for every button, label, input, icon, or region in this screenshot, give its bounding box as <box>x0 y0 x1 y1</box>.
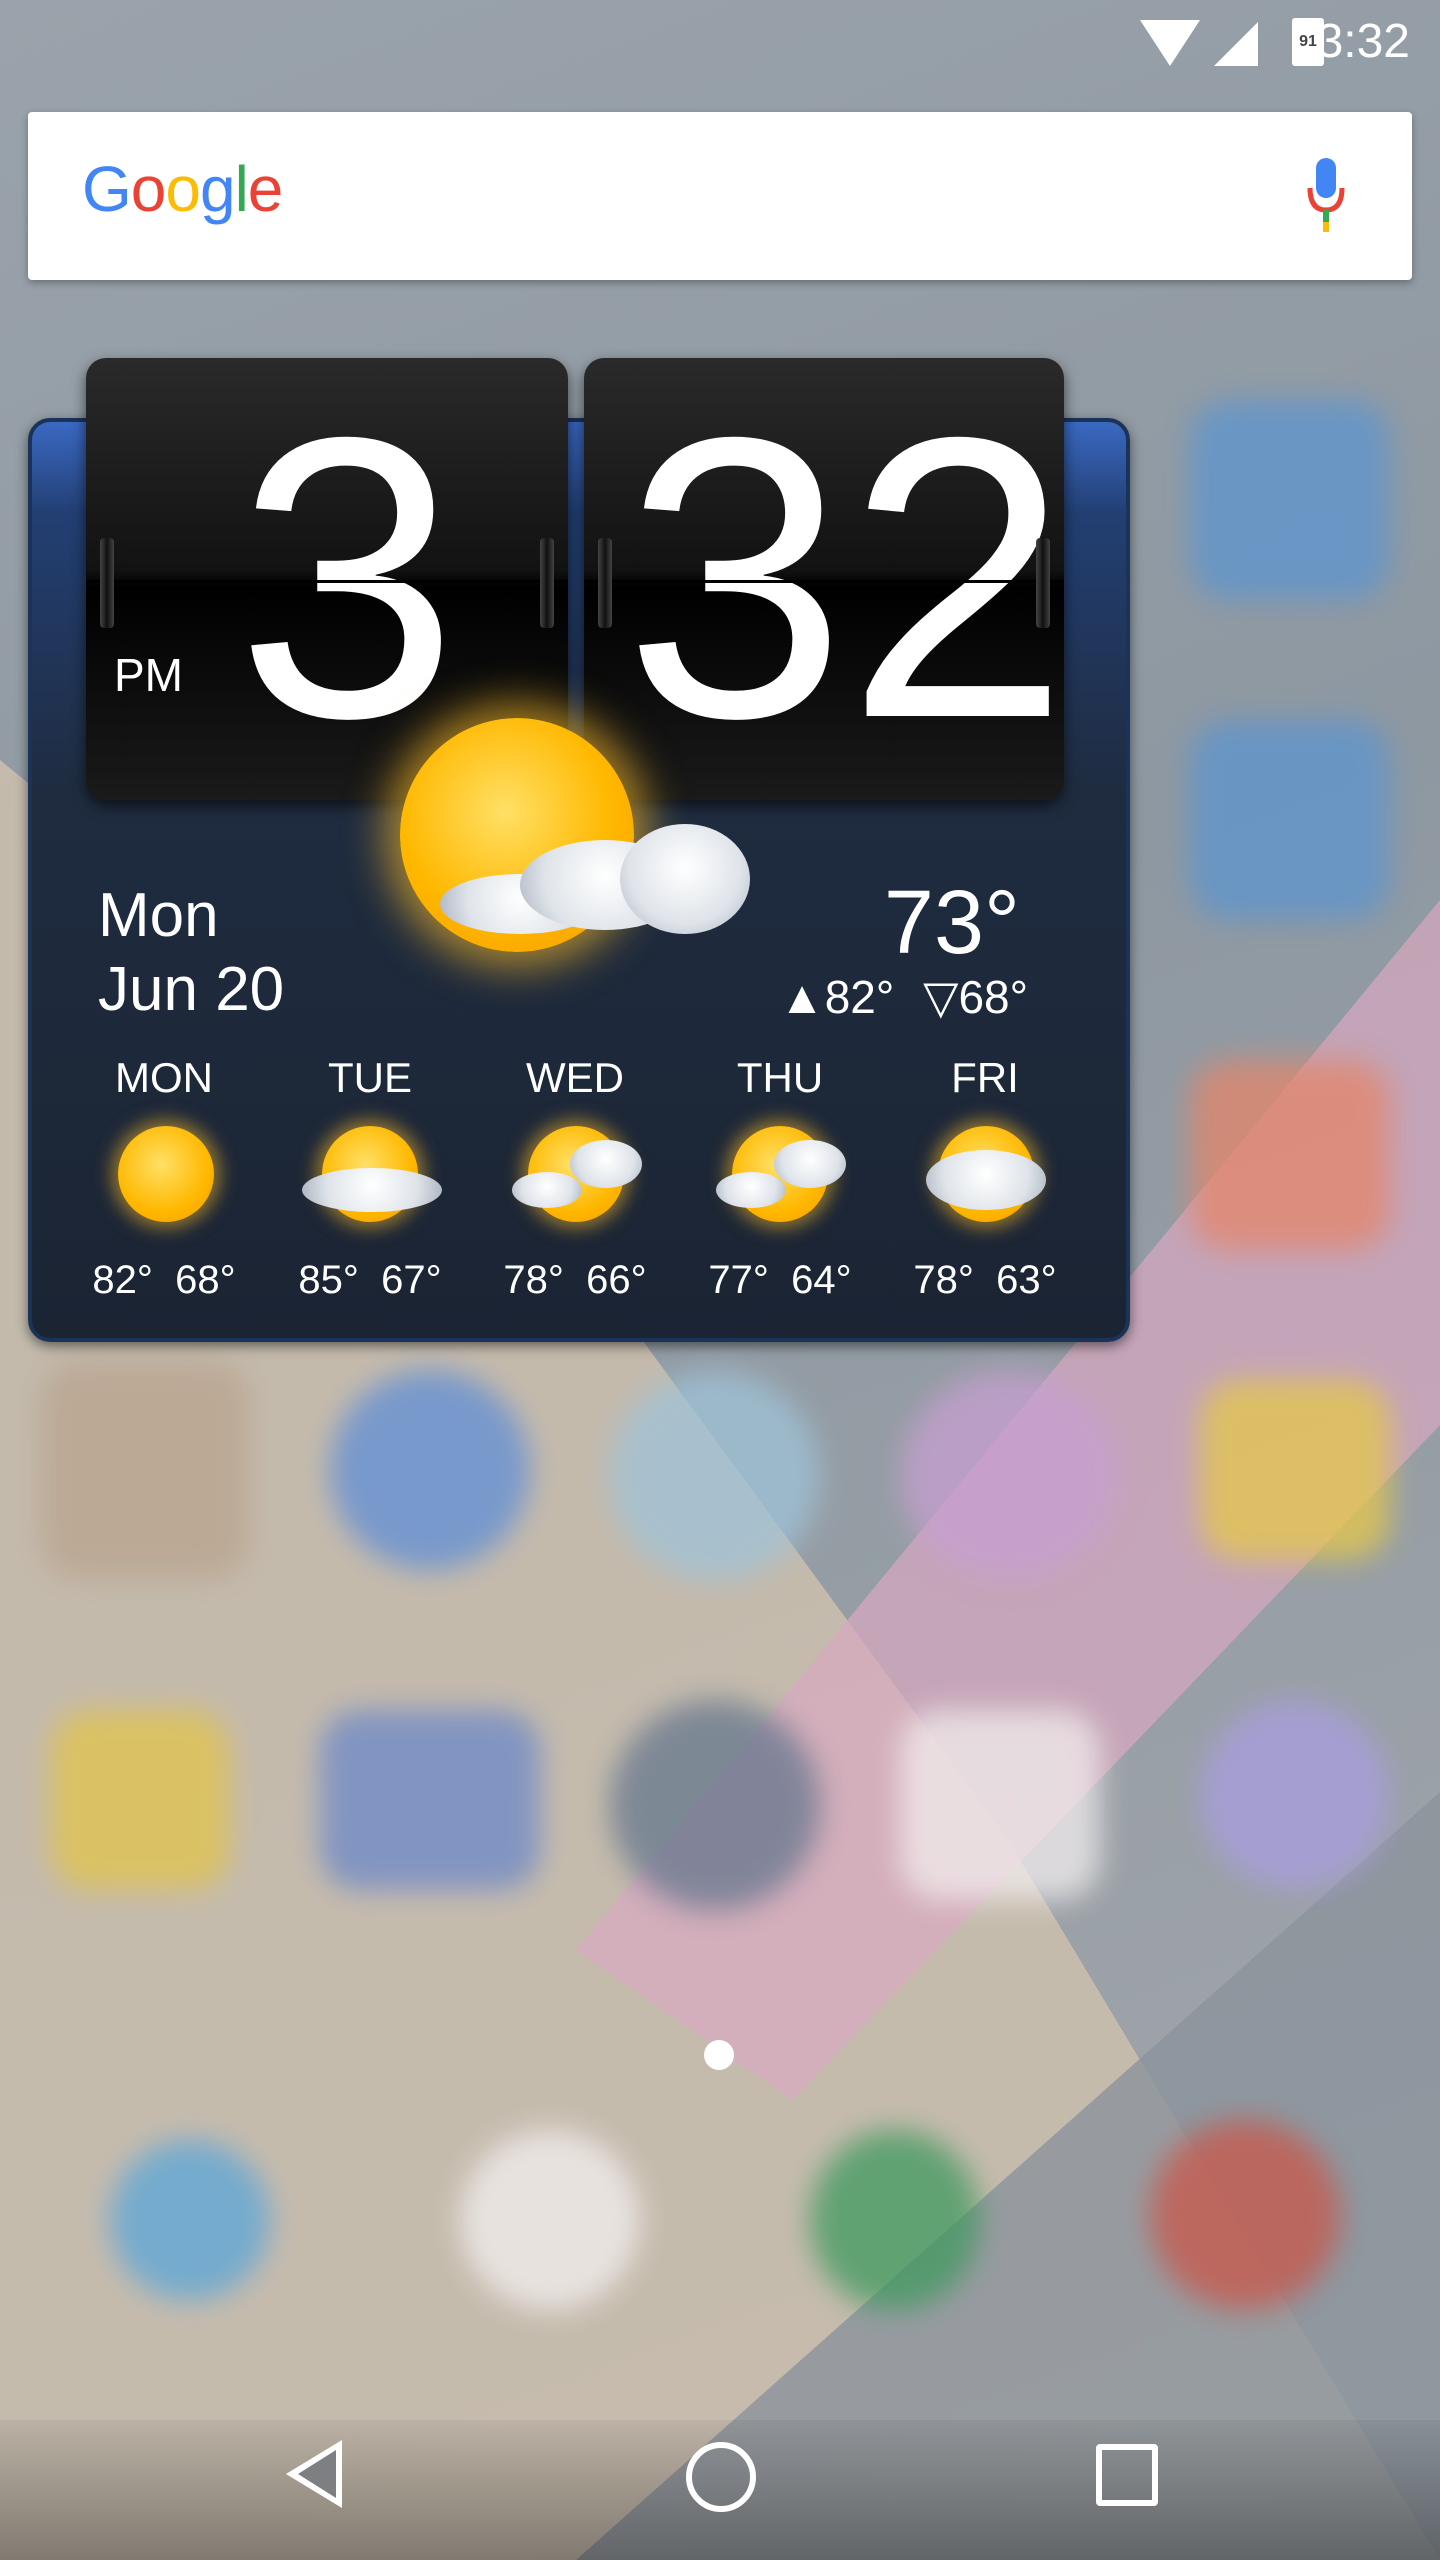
widget-date: Jun 20 <box>98 955 285 1024</box>
forecast-day: THU <box>736 1054 824 1101</box>
mic-icon[interactable] <box>1306 158 1346 238</box>
forecast-high: 77° <box>708 1258 769 1302</box>
logo-letter: e <box>247 153 284 225</box>
logo-letter: o <box>165 153 201 225</box>
logo-letter: l <box>234 153 249 225</box>
forecast-day: WED <box>526 1054 624 1101</box>
blurred-hangouts-icon[interactable] <box>810 2130 980 2310</box>
recents-icon[interactable] <box>1096 2444 1158 2506</box>
current-temperature: 73° <box>883 873 1020 973</box>
google-search-bar[interactable]: Google <box>28 112 1412 280</box>
forecast-high: 82° <box>92 1258 153 1302</box>
forecast-temps: 78° 63° <box>885 1258 1085 1303</box>
cloud-shape <box>716 1172 786 1208</box>
flip-divider <box>584 580 1064 583</box>
blurred-app-icon[interactable] <box>1190 720 1390 920</box>
forecast-high: 78° <box>913 1258 974 1302</box>
cloud-shape <box>302 1168 442 1212</box>
forecast-day: FRI <box>951 1054 1019 1101</box>
home-icon[interactable] <box>686 2442 756 2512</box>
battery-level: 91 <box>1299 33 1317 50</box>
google-logo: Google <box>82 152 284 226</box>
clock-ampm: PM <box>114 649 183 701</box>
signal-icon <box>1214 22 1258 66</box>
blurred-app-icon[interactable] <box>1190 1060 1390 1250</box>
page-indicator-dot <box>704 2040 734 2070</box>
clock-minute: 32 <box>624 358 1064 800</box>
flip-hinge <box>540 538 554 628</box>
forecast-high: 85° <box>298 1258 359 1302</box>
wifi-icon <box>1140 20 1200 66</box>
blurred-app-icon[interactable] <box>1190 400 1390 600</box>
today-high-low: ▲82° ▽68° <box>779 970 1028 1024</box>
forecast-low: 66° <box>586 1258 647 1302</box>
blurred-photos-icon[interactable] <box>460 2130 640 2310</box>
flip-hinge <box>598 538 612 628</box>
forecast-low: 63° <box>996 1258 1057 1302</box>
forecast-day: MON <box>115 1054 213 1101</box>
logo-letter: g <box>199 153 236 225</box>
widget-day: Mon <box>98 881 219 950</box>
forecast-low: 67° <box>381 1258 442 1302</box>
cloud-shape <box>512 1172 582 1208</box>
flip-hinge <box>100 538 114 628</box>
forecast-temps: 85° 67° <box>270 1258 470 1303</box>
status-time: 3:32 <box>1316 15 1410 68</box>
forecast-low: 64° <box>791 1258 852 1302</box>
blurred-app-icon[interactable] <box>610 1370 820 1580</box>
forecast-temps: 78° 66° <box>475 1258 675 1303</box>
blurred-app-icon[interactable] <box>1200 1380 1390 1560</box>
flip-divider <box>86 580 568 583</box>
cloud-shape <box>774 1140 846 1188</box>
forecast-high: 78° <box>503 1258 564 1302</box>
blurred-chrome-icon[interactable] <box>1150 2120 1340 2310</box>
logo-letter: o <box>130 153 167 225</box>
forecast-temps: 82° 68° <box>64 1258 264 1303</box>
blurred-app-icon[interactable] <box>900 1710 1100 1900</box>
blurred-app-icon[interactable] <box>900 1370 1120 1580</box>
minute-flip-card[interactable]: 32 <box>584 358 1064 800</box>
forecast-temps: 77° 64° <box>680 1258 880 1303</box>
blurred-app-icon[interactable] <box>320 1710 540 1890</box>
cloud-shape <box>620 824 750 934</box>
blurred-app-icon[interactable] <box>1200 1700 1390 1890</box>
cloud-shape <box>570 1140 642 1188</box>
blurred-app-icon[interactable] <box>330 1370 530 1570</box>
back-icon-inner <box>298 2450 336 2498</box>
sunny-icon <box>118 1126 214 1222</box>
today-low: ▽68° <box>923 971 1028 1023</box>
blurred-phone-icon[interactable] <box>110 2140 270 2300</box>
cloud-shape <box>926 1150 1046 1210</box>
blurred-app-icon[interactable] <box>610 1700 820 1910</box>
blurred-app-icon[interactable] <box>50 1710 230 1890</box>
forecast-day: TUE <box>328 1054 412 1101</box>
flip-hinge <box>1036 538 1050 628</box>
status-bar: 91 3:32 <box>0 0 1440 84</box>
today-high: ▲82° <box>779 971 895 1023</box>
forecast-low: 68° <box>175 1258 236 1302</box>
blurred-app-icon[interactable] <box>40 1360 250 1580</box>
logo-letter: G <box>82 153 132 225</box>
clock-hour: 3 <box>236 358 459 800</box>
